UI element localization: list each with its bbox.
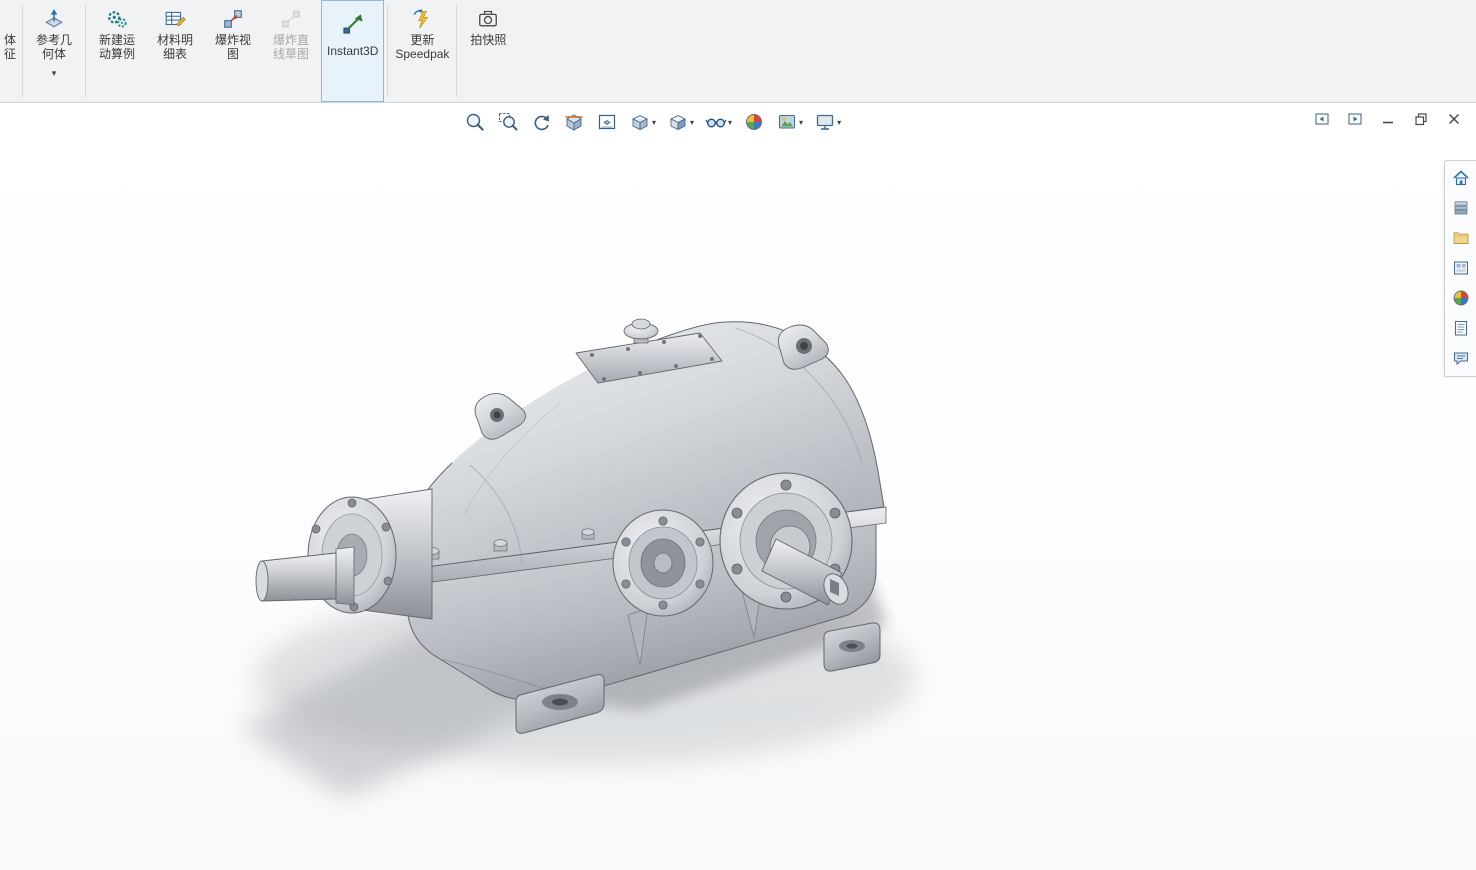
design-library-icon	[1451, 198, 1471, 218]
zoom-to-fit-icon	[464, 111, 486, 133]
explode-line-sketch-button: 爆炸直 线草图	[262, 0, 320, 102]
solidworks-resources-tab[interactable]	[1451, 168, 1471, 188]
ribbon-label: 参考几	[36, 33, 72, 47]
custom-properties-icon	[1451, 318, 1471, 338]
exploded-view-button[interactable]: 爆炸视 图	[204, 0, 262, 102]
display-style-icon	[667, 111, 689, 133]
dropdown-caret-icon[interactable]: ▾	[728, 118, 732, 127]
3d-drawing-view-icon	[596, 111, 618, 133]
ribbon-label: 图	[227, 47, 239, 61]
bill-of-materials-button[interactable]: 材料明 细表	[146, 0, 204, 102]
ribbon-button-partial[interactable]: 体 征	[0, 0, 20, 102]
zoom-to-area-button[interactable]	[495, 109, 521, 135]
dropdown-caret-icon[interactable]: ▾	[837, 118, 841, 127]
update-speedpak-icon	[411, 5, 433, 33]
zoom-to-area-icon	[497, 111, 519, 133]
instant3d-icon	[341, 10, 365, 38]
previous-view-icon	[530, 111, 552, 133]
task-pane-tabs	[1444, 160, 1476, 377]
camera-icon	[477, 5, 499, 33]
solidworks-forum-tab[interactable]	[1451, 348, 1471, 368]
new-motion-study-button[interactable]: 新建运 动算例	[88, 0, 146, 102]
view-palette-tab[interactable]	[1451, 258, 1471, 278]
ribbon-label: 更新	[410, 33, 434, 47]
home-icon	[1451, 168, 1471, 188]
dropdown-caret-icon[interactable]: ▾	[690, 118, 694, 127]
edit-appearance-button[interactable]	[741, 109, 767, 135]
3d-drawing-view-button[interactable]	[594, 109, 620, 135]
hide-show-items-button[interactable]: ▾	[703, 109, 734, 135]
exploded-view-icon	[222, 5, 244, 33]
ribbon-label: Instant3D	[327, 44, 378, 58]
appearance-ball-icon	[743, 111, 765, 133]
pane-toggle-right-button[interactable]	[1347, 111, 1363, 127]
custom-properties-tab[interactable]	[1451, 318, 1471, 338]
ribbon-label: 爆炸直	[273, 33, 309, 47]
ribbon-label: 何体	[42, 47, 66, 61]
pane-toggle-left-icon	[1314, 111, 1330, 127]
scene-photo-icon	[776, 111, 798, 133]
eyeglasses-icon	[705, 111, 727, 133]
ribbon-label: 爆炸视	[215, 33, 251, 47]
appearances-ball-icon	[1451, 288, 1471, 308]
ribbon-label: Speedpak	[395, 47, 449, 61]
reference-geometry-button[interactable]: 参考几 何体 ▾	[25, 0, 83, 102]
comment-bubble-icon	[1451, 348, 1471, 368]
view-orientation-icon	[629, 111, 651, 133]
previous-view-button[interactable]	[528, 109, 554, 135]
dropdown-caret-icon[interactable]: ▾	[52, 69, 57, 78]
solidworks-window: 体 征 参考几 何体 ▾ 新建运 动算例 材料明 细表	[0, 0, 1476, 870]
monitor-icon	[814, 111, 836, 133]
ribbon-label: 体	[4, 33, 16, 47]
ribbon-label: 细表	[163, 47, 187, 61]
take-snapshot-button[interactable]: 拍快照	[459, 0, 517, 102]
gearbox-model[interactable]	[0, 103, 1476, 870]
display-style-button[interactable]: ▾	[665, 109, 696, 135]
apply-scene-button[interactable]: ▾	[774, 109, 805, 135]
section-view-button[interactable]	[561, 109, 587, 135]
close-button[interactable]	[1446, 111, 1462, 127]
graphics-viewport[interactable]: ▾ ▾ ▾ ▾ ▾	[0, 103, 1476, 870]
ribbon-separator	[387, 5, 388, 97]
ribbon-separator	[22, 5, 23, 97]
pane-toggle-left-button[interactable]	[1314, 111, 1330, 127]
dropdown-caret-icon[interactable]: ▾	[652, 118, 656, 127]
restore-icon	[1413, 111, 1429, 127]
folder-icon	[1451, 228, 1471, 248]
section-view-icon	[563, 111, 585, 133]
dropdown-caret-icon[interactable]: ▾	[799, 118, 803, 127]
minimize-button[interactable]	[1380, 111, 1396, 127]
ribbon-label: 线草图	[273, 47, 309, 61]
ribbon-label: 拍快照	[470, 33, 506, 47]
restore-button[interactable]	[1413, 111, 1429, 127]
update-speedpak-button[interactable]: 更新 Speedpak	[390, 0, 454, 102]
minimize-icon	[1380, 111, 1396, 127]
view-orientation-button[interactable]: ▾	[627, 109, 658, 135]
explode-line-sketch-icon	[280, 5, 302, 33]
ribbon-label: 材料明	[157, 33, 193, 47]
window-controls	[1314, 111, 1462, 127]
reference-geometry-icon	[43, 5, 65, 33]
ribbon-label: 征	[4, 47, 16, 61]
ribbon-label: 新建运	[99, 33, 135, 47]
close-icon	[1446, 111, 1462, 127]
ribbon-label: 动算例	[99, 47, 135, 61]
pane-toggle-right-icon	[1347, 111, 1363, 127]
view-palette-icon	[1451, 258, 1471, 278]
ribbon-separator	[85, 5, 86, 97]
instant3d-button[interactable]: Instant3D	[321, 0, 384, 102]
view-settings-button[interactable]: ▾	[812, 109, 843, 135]
heads-up-view-toolbar: ▾ ▾ ▾ ▾ ▾	[462, 109, 843, 135]
ribbon-separator	[456, 5, 457, 97]
zoom-to-fit-button[interactable]	[462, 109, 488, 135]
file-explorer-tab[interactable]	[1451, 228, 1471, 248]
bom-table-icon	[164, 5, 186, 33]
motion-study-icon	[106, 5, 128, 33]
command-manager-ribbon: 体 征 参考几 何体 ▾ 新建运 动算例 材料明 细表	[0, 0, 1476, 103]
appearances-scenes-tab[interactable]	[1451, 288, 1471, 308]
design-library-tab[interactable]	[1451, 198, 1471, 218]
